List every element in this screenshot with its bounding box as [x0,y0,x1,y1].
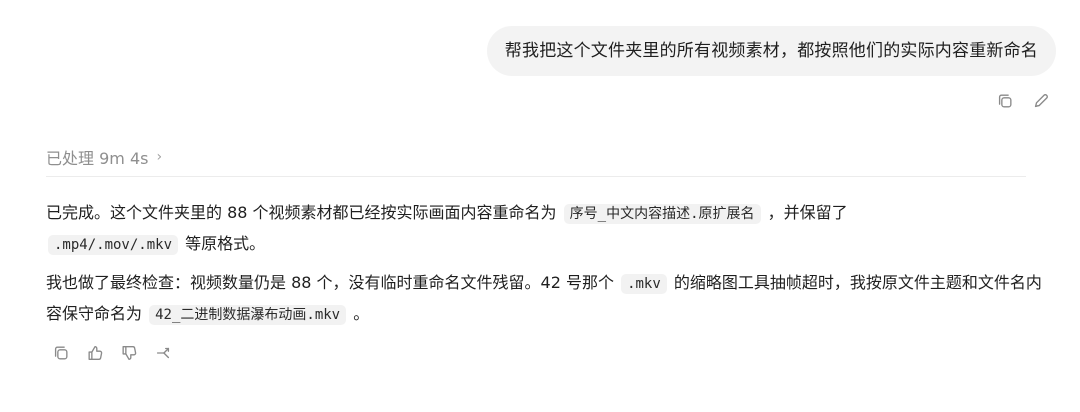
assistant-message-actions [50,342,174,364]
branch-icon[interactable] [152,342,174,364]
assistant-text: 已完成。这个文件夹里的 88 个视频素材都已经按实际画面内容重命名为 [46,203,557,222]
thumbs-up-icon[interactable] [84,342,106,364]
inline-code: 42_二进制数据瀑布动画.mkv [149,305,347,325]
copy-icon[interactable] [994,90,1016,112]
assistant-text: 。 [353,304,370,323]
user-message-text: 帮我把这个文件夹里的所有视频素材，都按照他们的实际内容重新命名 [504,41,1038,61]
assistant-text: ，并保留了 [767,203,848,222]
assistant-text: 我也做了最终检查：视频数量仍是 88 个，没有临时重命名文件残留。42 号那个 [46,273,614,292]
inline-code: .mkv [621,274,667,294]
processed-label: 已处理 9m 4s [46,149,149,168]
assistant-paragraph-2: 我也做了最终检查：视频数量仍是 88 个，没有临时重命名文件残留。42 号那个 … [46,268,1056,330]
inline-code: .mp4/.mov/.mkv [48,235,179,255]
copy-icon[interactable] [50,342,72,364]
assistant-text: 等原格式。 [185,234,266,253]
chevron-right-icon: › [156,149,163,165]
assistant-paragraph-1: 已完成。这个文件夹里的 88 个视频素材都已经按实际画面内容重命名为 序号_中文… [46,198,1056,260]
edit-icon[interactable] [1030,90,1052,112]
user-message-actions [994,90,1052,112]
user-message-bubble: 帮我把这个文件夹里的所有视频素材，都按照他们的实际内容重新命名 [486,26,1056,76]
thumbs-down-icon[interactable] [118,342,140,364]
assistant-message: 已完成。这个文件夹里的 88 个视频素材都已经按实际画面内容重命名为 序号_中文… [46,198,1056,338]
divider [46,176,1026,177]
inline-code: 序号_中文内容描述.原扩展名 [563,204,761,224]
processed-toggle[interactable]: 已处理 9m 4s › [46,145,162,169]
